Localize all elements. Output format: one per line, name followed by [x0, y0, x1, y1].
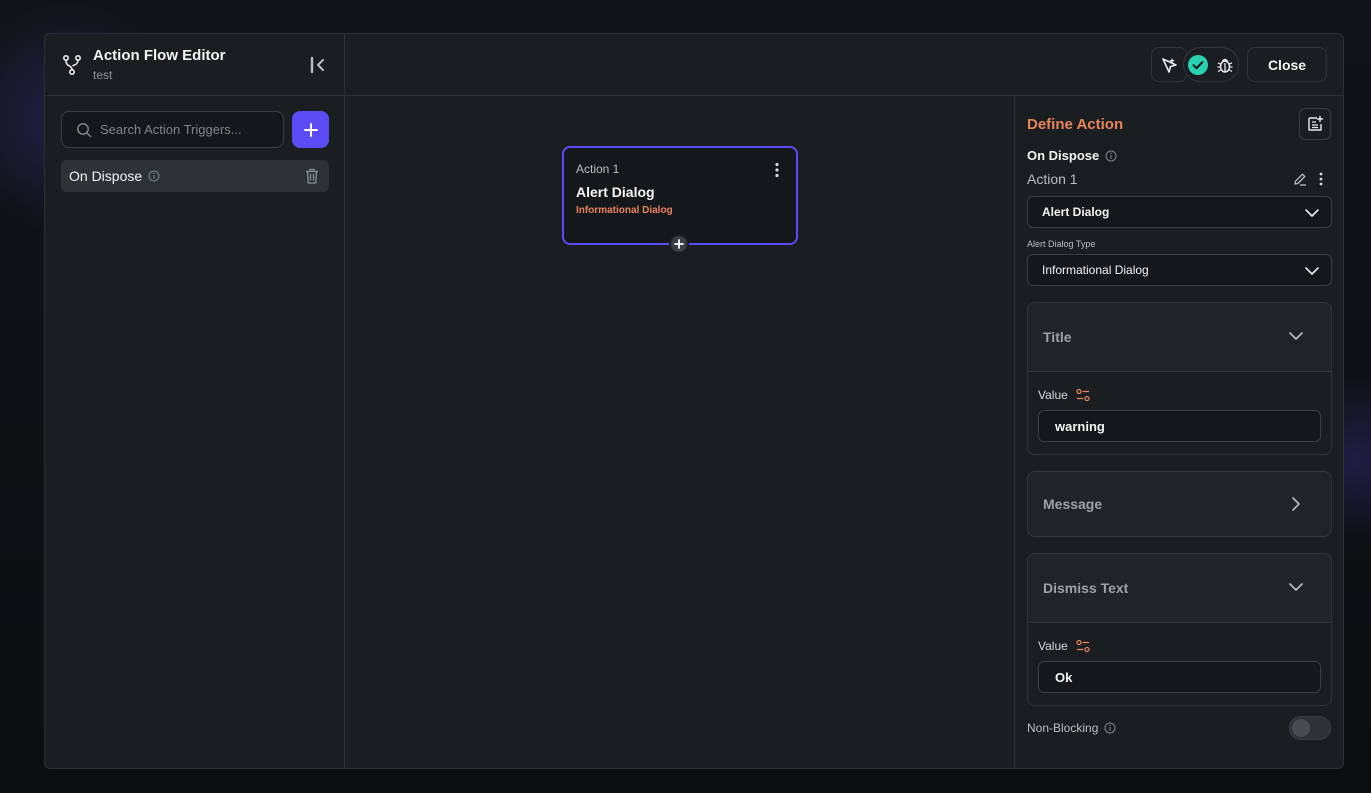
trigger-item-on-dispose[interactable]: On Dispose — [61, 160, 329, 192]
message-section-label: Message — [1043, 496, 1103, 512]
pencil-icon[interactable] — [1293, 172, 1307, 186]
info-icon — [1105, 150, 1117, 161]
action-node-name: Alert Dialog — [576, 184, 655, 200]
close-button[interactable]: Close — [1247, 47, 1327, 82]
editor-header: Action Flow Editor test — [45, 34, 345, 96]
editor-title: Action Flow Editor — [93, 47, 226, 64]
more-vertical-icon[interactable] — [1318, 172, 1324, 186]
title-value-label: Value — [1038, 388, 1090, 402]
info-icon — [148, 170, 160, 182]
flow-canvas[interactable]: Action 1 Alert Dialog Informational Dial… — [345, 96, 1014, 768]
add-trigger-button[interactable] — [292, 111, 329, 148]
dismiss-value-label: Value — [1038, 639, 1090, 653]
trigger-name: On Dispose — [1027, 148, 1117, 163]
editor-subtitle: test — [93, 68, 113, 82]
variable-icon[interactable] — [1076, 388, 1090, 402]
triggers-panel: On Dispose — [45, 96, 345, 768]
chevron-down-icon — [1305, 267, 1319, 275]
search-icon — [77, 122, 92, 137]
magic-cursor-icon — [1162, 57, 1177, 73]
note-add-icon — [1308, 115, 1324, 131]
dialog-type-value: Informational Dialog — [1042, 263, 1149, 277]
bug-icon — [1217, 58, 1233, 73]
non-blocking-toggle[interactable] — [1289, 716, 1331, 740]
title-value-input[interactable]: warning — [1038, 410, 1321, 442]
trigger-name-label: On Dispose — [1027, 148, 1100, 163]
add-next-action-button[interactable] — [669, 234, 689, 254]
check-circle-icon — [1188, 54, 1208, 75]
search-field[interactable] — [61, 111, 284, 148]
title-section-header[interactable]: Title — [1028, 303, 1331, 371]
action-node-card[interactable]: Action 1 Alert Dialog Informational Dial… — [562, 146, 798, 254]
debug-status-button[interactable] — [1183, 47, 1239, 82]
plus-icon — [303, 122, 318, 137]
message-section: Message — [1027, 471, 1332, 537]
title-section-label: Title — [1043, 329, 1072, 345]
dismiss-text-section-body: Value Ok — [1028, 622, 1331, 705]
dismiss-value-label-text: Value — [1038, 639, 1068, 653]
non-blocking-label-text: Non-Blocking — [1027, 721, 1099, 735]
toggle-knob — [1292, 719, 1310, 737]
action-type-value: Alert Dialog — [1042, 205, 1110, 219]
chevron-down-icon — [1305, 209, 1319, 217]
collapse-panel-icon[interactable] — [307, 54, 329, 76]
plus-icon — [674, 239, 684, 249]
define-action-title: Define Action — [1027, 116, 1124, 133]
dismiss-text-section-header[interactable]: Dismiss Text — [1028, 554, 1331, 622]
chevron-down-icon — [1289, 583, 1303, 591]
action-node-type: Informational Dialog — [576, 205, 673, 216]
dismiss-text-section: Dismiss Text Value Ok — [1027, 553, 1332, 706]
action-flow-editor-modal: Action Flow Editor test Close Search Act… — [44, 33, 1344, 769]
title-value-label-text: Value — [1038, 388, 1068, 402]
dialog-type-label: Alert Dialog Type — [1027, 239, 1096, 249]
action-type-select[interactable]: Alert Dialog — [1027, 196, 1332, 228]
action-node-number: Action 1 — [576, 162, 620, 176]
chevron-down-icon — [1289, 332, 1303, 340]
top-toolbar: Close — [345, 34, 1343, 96]
variable-icon[interactable] — [1076, 639, 1090, 653]
documentation-button[interactable] — [1299, 108, 1331, 140]
title-section: Title Value warning — [1027, 302, 1332, 455]
dialog-type-select[interactable]: Informational Dialog — [1027, 254, 1332, 286]
title-section-body: Value warning — [1028, 371, 1331, 454]
search-input[interactable] — [100, 122, 280, 137]
info-icon — [1104, 722, 1116, 734]
trash-icon[interactable] — [305, 168, 319, 184]
action-flow-icon — [62, 54, 82, 76]
dismiss-text-section-label: Dismiss Text — [1043, 580, 1129, 596]
trigger-label: On Dispose — [69, 168, 143, 184]
define-action-panel: Define Action On Dispose Action 1 Alert … — [1014, 96, 1343, 768]
generate-button[interactable] — [1151, 47, 1187, 82]
action-name: Action 1 — [1027, 171, 1078, 187]
more-vertical-icon[interactable] — [774, 162, 780, 178]
chevron-right-icon — [1292, 497, 1300, 511]
message-section-header[interactable]: Message — [1028, 472, 1331, 536]
non-blocking-label: Non-Blocking — [1027, 721, 1116, 735]
dismiss-value-input[interactable]: Ok — [1038, 661, 1321, 693]
